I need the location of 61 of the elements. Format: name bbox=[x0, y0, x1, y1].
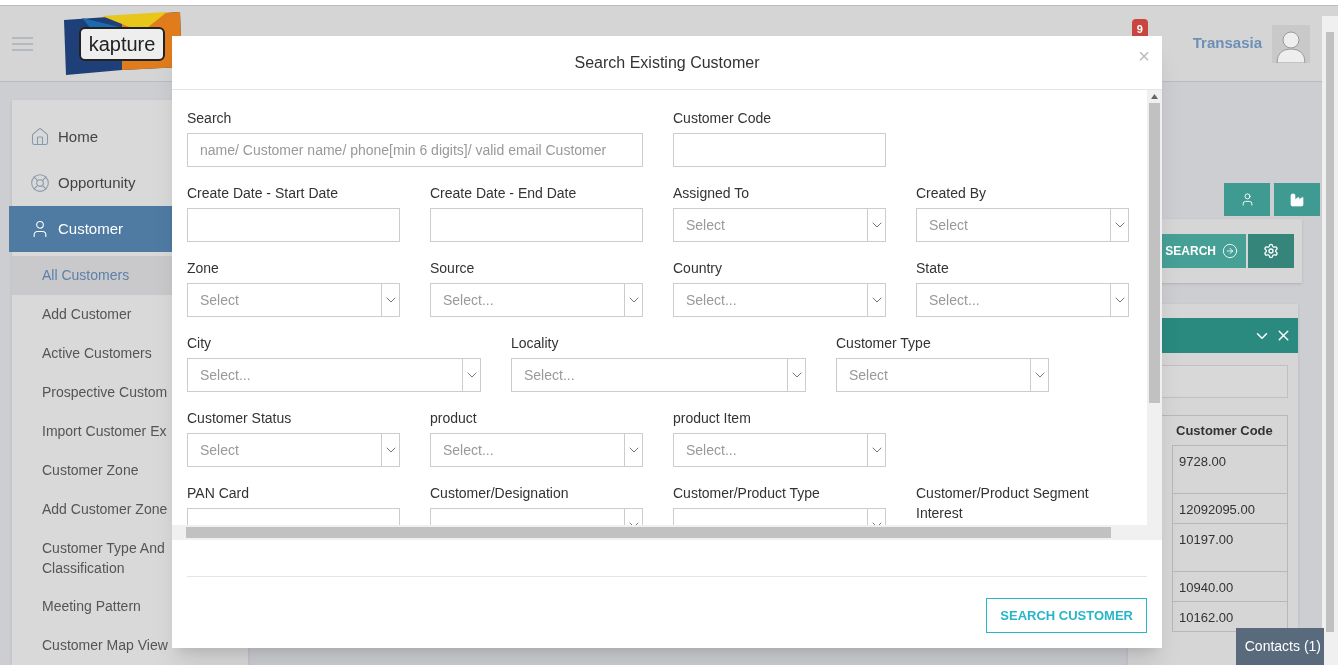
factory-button[interactable] bbox=[1274, 183, 1320, 216]
field-label: Zone bbox=[187, 259, 220, 278]
nav-icon bbox=[30, 173, 50, 193]
table-cell: 10940.00 bbox=[1172, 572, 1288, 602]
field-label: Customer Code bbox=[673, 109, 773, 128]
select-field[interactable]: Select bbox=[836, 358, 1049, 392]
logo: kapture bbox=[62, 12, 182, 75]
input-field[interactable]: name/ Customer name/ phone[min 6 digits]/ valid email Customer bbox=[187, 133, 643, 167]
horizontal-scrollbar[interactable] bbox=[172, 525, 1162, 540]
field-label: Country bbox=[673, 259, 724, 278]
table-cell: 10197.00 bbox=[1172, 524, 1288, 572]
select-field[interactable]: Select bbox=[187, 283, 400, 317]
field-label: PAN Card bbox=[187, 484, 250, 503]
table-cell: 9728.00 bbox=[1172, 446, 1288, 494]
field-label: Customer/Designation bbox=[430, 484, 570, 503]
column-header: Customer Code bbox=[1172, 416, 1288, 446]
select-field[interactable]: Select... bbox=[511, 358, 806, 392]
settings-icon bbox=[1263, 243, 1279, 259]
field-label: State bbox=[916, 259, 950, 278]
input-field[interactable] bbox=[673, 133, 886, 167]
select-field[interactable]: Select bbox=[916, 208, 1129, 242]
field-label: Customer Type bbox=[836, 334, 932, 353]
user-name[interactable]: Transasia bbox=[1192, 32, 1262, 55]
field-label: Created By bbox=[916, 184, 988, 203]
settings-button[interactable] bbox=[1248, 234, 1294, 268]
select-field[interactable]: Select... bbox=[430, 433, 643, 467]
field-label: Customer/Product Type bbox=[673, 484, 821, 503]
close-button[interactable]: × bbox=[1138, 46, 1150, 66]
contacts-tab[interactable]: Contacts (1) bbox=[1236, 628, 1324, 665]
field-label: Locality bbox=[511, 334, 560, 353]
select-field[interactable]: Select... bbox=[673, 283, 886, 317]
user-icon bbox=[1239, 192, 1255, 207]
menu-icon[interactable] bbox=[12, 36, 33, 51]
field-label: product Item bbox=[673, 409, 752, 428]
avatar[interactable] bbox=[1272, 24, 1310, 63]
field-label: Create Date - End Date bbox=[430, 184, 578, 203]
page-scrollbar[interactable] bbox=[1322, 16, 1338, 665]
select-field[interactable]: Select bbox=[187, 433, 400, 467]
field-label: Customer/Product Segment Interest bbox=[916, 484, 1090, 523]
scroll-up-icon[interactable] bbox=[1151, 94, 1158, 99]
field-label: Assigned To bbox=[673, 184, 750, 203]
field-label: product bbox=[430, 409, 478, 428]
input-field[interactable] bbox=[187, 208, 400, 242]
select-field[interactable]: Select bbox=[673, 208, 886, 242]
factory-icon bbox=[1289, 191, 1305, 208]
field-label: Customer Status bbox=[187, 409, 293, 428]
vertical-scrollbar[interactable] bbox=[1147, 90, 1162, 525]
search-customer-button[interactable]: SEARCH CUSTOMER bbox=[986, 598, 1147, 633]
field-label: City bbox=[187, 334, 213, 353]
select-field[interactable]: Select... bbox=[916, 283, 1129, 317]
select-field[interactable]: Select... bbox=[187, 358, 481, 392]
select-field[interactable]: Select... bbox=[673, 433, 886, 467]
table-cell: 12092095.00 bbox=[1172, 494, 1288, 524]
field-label: Create Date - Start Date bbox=[187, 184, 339, 203]
dialog-title: Search Existing Customer bbox=[574, 52, 760, 73]
field-label: Search bbox=[187, 109, 233, 128]
field-label: Source bbox=[430, 259, 476, 278]
nav-icon bbox=[30, 127, 50, 147]
user-button[interactable] bbox=[1224, 183, 1270, 216]
select-field[interactable]: Select... bbox=[430, 283, 643, 317]
input-field[interactable] bbox=[430, 208, 643, 242]
